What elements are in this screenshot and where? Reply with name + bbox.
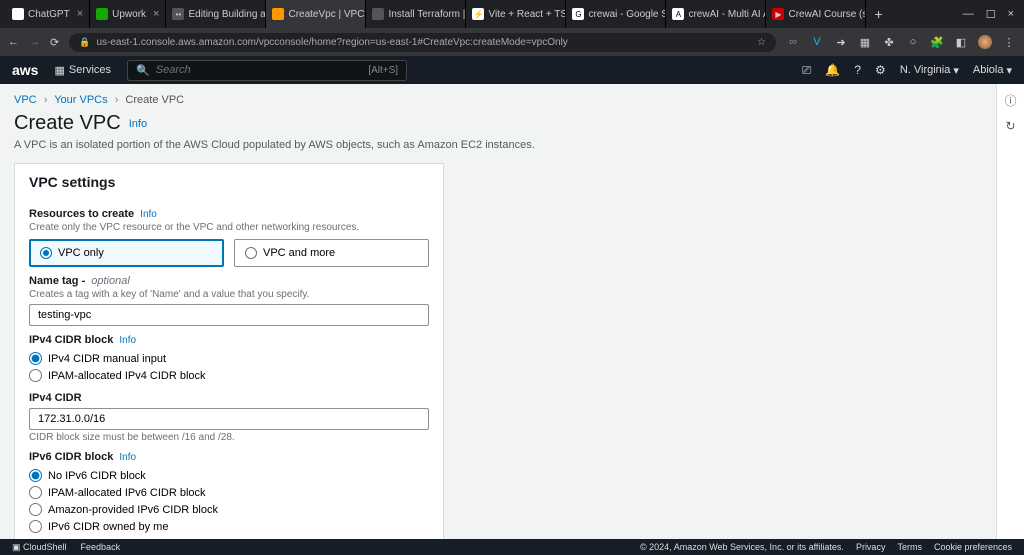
breadcrumb: VPC › Your VPCs › Create VPC (14, 94, 982, 106)
settings-icon[interactable]: ⚙ (875, 63, 886, 77)
field-label: Resources to create (29, 208, 134, 220)
minimize-icon[interactable]: — (963, 8, 974, 21)
aws-console-header: aws ▦ Services 🔍 [Alt+S] ⎚ 🔔 ? ⚙ N. Virg… (0, 56, 1024, 84)
profile-avatar[interactable] (978, 35, 992, 49)
info-link[interactable]: Info (140, 209, 157, 220)
copyright-text: © 2024, Amazon Web Services, Inc. or its… (640, 542, 844, 552)
chevron-right-icon: › (115, 94, 119, 106)
field-label: IPv4 CIDR (29, 392, 82, 404)
back-icon[interactable]: ← (8, 36, 19, 48)
terms-link[interactable]: Terms (897, 542, 922, 552)
field-hint: Creates a tag with a key of 'Name' and a… (29, 289, 429, 300)
browser-tab[interactable]: ChatGPT× (6, 0, 90, 28)
browser-url-bar: ← → ⟳ 🔒 us-east-1.console.aws.amazon.com… (0, 28, 1024, 56)
ext-icon[interactable]: ➜ (834, 35, 848, 49)
forward-icon[interactable]: → (29, 36, 40, 48)
optional-label: optional (91, 275, 130, 287)
browser-tab[interactable]: Install Terraform | Te× (366, 0, 466, 28)
field-label: IPv6 CIDR block (29, 451, 113, 463)
radio-icon (245, 247, 257, 259)
lock-icon: 🔒 (79, 37, 90, 48)
extensions-area: ∞ V ➜ ▦ ✤ ○ 🧩 ◧ ⋮ (786, 35, 1016, 49)
field-label: Name tag - (29, 275, 85, 287)
account-menu[interactable]: Abiola▾ (973, 64, 1012, 77)
cookies-link[interactable]: Cookie preferences (934, 542, 1012, 552)
vpc-settings-panel: VPC settings Resources to create Info Cr… (14, 163, 444, 539)
name-tag-input[interactable] (29, 304, 429, 326)
info-circle-icon[interactable]: ⓘ (1004, 92, 1016, 109)
ext-icon[interactable]: ○ (906, 35, 920, 49)
search-icon: 🔍 (136, 64, 150, 77)
services-menu[interactable]: ▦ Services (48, 61, 117, 80)
new-tab-button[interactable]: + (866, 6, 890, 22)
radio-tile-vpc-only[interactable]: VPC only (29, 239, 224, 267)
cloudshell-link[interactable]: ▣ CloudShell (12, 542, 67, 553)
panel-header: VPC settings (15, 164, 443, 200)
close-tab-icon[interactable]: × (153, 8, 159, 20)
ext-icon[interactable]: ▦ (858, 35, 872, 49)
browser-tab[interactable]: ▶CrewAI Course (step× (766, 0, 866, 28)
ext-icon[interactable]: V (810, 35, 824, 49)
chevron-down-icon: ▾ (1006, 64, 1012, 77)
notifications-icon[interactable]: 🔔 (825, 63, 840, 77)
browser-tab[interactable]: ⚡Vite + React + TS× (466, 0, 566, 28)
aws-logo[interactable]: aws (12, 62, 38, 78)
radio-ipv6-owned[interactable]: IPv6 CIDR owned by me (29, 518, 429, 535)
side-tools-panel: ⓘ ↻ (996, 84, 1024, 539)
chevron-right-icon: › (44, 94, 48, 106)
help-icon[interactable]: ? (854, 63, 861, 77)
reload-icon[interactable]: ⟳ (50, 36, 59, 49)
browser-tab[interactable]: Upwork× (90, 0, 166, 28)
ipv4-cidr-input[interactable] (29, 408, 429, 430)
radio-ipv6-ipam[interactable]: IPAM-allocated IPv6 CIDR block (29, 484, 429, 501)
url-input[interactable]: 🔒 us-east-1.console.aws.amazon.com/vpcco… (69, 33, 776, 52)
ext-icon[interactable]: ∞ (786, 35, 800, 49)
info-link[interactable]: Info (119, 335, 136, 346)
region-selector[interactable]: N. Virginia▾ (900, 64, 959, 77)
url-text: us-east-1.console.aws.amazon.com/vpccons… (96, 37, 567, 48)
radio-ipv4-ipam[interactable]: IPAM-allocated IPv4 CIDR block (29, 367, 429, 384)
ext-icon[interactable]: ✤ (882, 35, 896, 49)
browser-tab[interactable]: Gcrewai - Google Sea× (566, 0, 666, 28)
breadcrumb-link[interactable]: Your VPCs (54, 94, 107, 106)
kebab-menu-icon[interactable]: ⋮ (1002, 35, 1016, 49)
chevron-down-icon: ▾ (953, 64, 959, 77)
grid-icon: ▦ (54, 64, 64, 77)
breadcrumb-link[interactable]: VPC (14, 94, 37, 106)
cloudshell-icon[interactable]: ⎚ (802, 63, 812, 78)
aws-search-bar[interactable]: 🔍 [Alt+S] (127, 60, 407, 81)
field-label: IPv4 CIDR block (29, 334, 113, 346)
info-link[interactable]: Info (119, 452, 136, 463)
page-title: Create VPC Info (14, 112, 982, 135)
breadcrumb-current: Create VPC (125, 94, 184, 106)
page-description: A VPC is an isolated portion of the AWS … (14, 139, 982, 151)
close-window-icon[interactable]: × (1008, 8, 1014, 21)
radio-ipv6-amazon[interactable]: Amazon-provided IPv6 CIDR block (29, 501, 429, 518)
aws-footer: ▣ CloudShell Feedback © 2024, Amazon Web… (0, 539, 1024, 555)
info-link[interactable]: Info (129, 118, 147, 130)
maximize-icon[interactable]: ☐ (986, 8, 996, 21)
field-hint: CIDR block size must be between /16 and … (29, 432, 429, 443)
browser-tab-active[interactable]: CreateVpc | VPC Con× (266, 0, 366, 28)
bookmark-icon[interactable]: ☆ (757, 37, 766, 48)
search-shortcut-hint: [Alt+S] (368, 65, 398, 76)
feedback-link[interactable]: Feedback (81, 542, 121, 552)
radio-icon (40, 247, 52, 259)
radio-tile-vpc-and-more[interactable]: VPC and more (234, 239, 429, 267)
history-icon[interactable]: ↻ (1005, 119, 1015, 133)
radio-ipv4-manual[interactable]: IPv4 CIDR manual input (29, 350, 429, 367)
ext-icon[interactable]: ◧ (954, 35, 968, 49)
field-hint: Create only the VPC resource or the VPC … (29, 222, 429, 233)
radio-ipv6-none[interactable]: No IPv6 CIDR block (29, 467, 429, 484)
privacy-link[interactable]: Privacy (856, 542, 886, 552)
close-tab-icon[interactable]: × (77, 8, 83, 20)
browser-tab[interactable]: AcrewAI - Multi AI Ag× (666, 0, 766, 28)
browser-tab-bar: ChatGPT× Upwork× ••Editing Building a Se… (0, 0, 1024, 28)
browser-tab[interactable]: ••Editing Building a Se× (166, 0, 266, 28)
extensions-icon[interactable]: 🧩 (930, 35, 944, 49)
search-input[interactable] (156, 64, 363, 76)
